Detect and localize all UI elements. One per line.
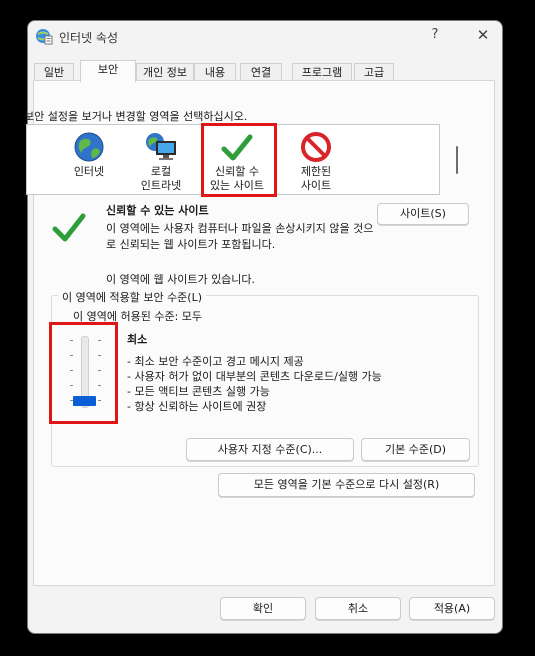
tab-programs[interactable]: 프로그램	[292, 63, 352, 81]
globe-icon	[74, 132, 104, 162]
security-level-group-label: 이 영역에 적용할 보안 수준(L)	[58, 289, 207, 305]
security-level-title: 최소	[127, 333, 148, 346]
tab-content[interactable]: 내용	[194, 63, 236, 81]
tab-privacy[interactable]: 개인 정보	[136, 63, 194, 81]
zone-site-note: 이 영역에 웹 사이트가 있습니다.	[106, 273, 256, 286]
zone-label: 제한된	[300, 165, 332, 178]
zone-restricted-sites[interactable]: 제한된 사이트	[280, 125, 352, 195]
internet-options-icon	[36, 29, 53, 45]
tab-general[interactable]: 일반	[34, 63, 74, 81]
help-button[interactable]: ?	[426, 27, 444, 42]
close-button[interactable]: ✕	[474, 26, 492, 44]
checkmark-icon	[52, 213, 86, 242]
ok-button[interactable]: 확인	[220, 597, 306, 620]
security-level-details: - 최소 보안 수준이고 경고 메시지 제공 - 사용자 허가 없이 대부분의 …	[127, 354, 382, 414]
zone-internet[interactable]: 인터넷	[53, 125, 125, 195]
select-zone-instruction: 보안 설정을 보거나 변경할 영역을 선택하십시오.	[24, 110, 248, 123]
zone-label: 사이트	[300, 179, 332, 192]
level-detail-line: - 사용자 허가 없이 대부분의 콘텐츠 다운로드/실행 가능	[127, 370, 382, 383]
restricted-icon	[301, 132, 331, 162]
reset-all-zones-button[interactable]: 모든 영역을 기본 수준으로 다시 설정(R)	[218, 473, 475, 497]
intranet-computer-icon	[146, 133, 176, 160]
tab-advanced[interactable]: 고급	[354, 63, 394, 81]
default-level-button[interactable]: 기본 수준(D)	[361, 438, 470, 461]
sites-button[interactable]: 사이트(S)	[377, 203, 469, 225]
tab-security[interactable]: 보안	[80, 60, 136, 82]
selected-zone-title: 신뢰할 수 있는 사이트	[106, 204, 209, 217]
trusted-sites-highlight	[201, 123, 277, 197]
zone-label: 로컬	[150, 165, 172, 178]
custom-level-button[interactable]: 사용자 지정 수준(C)...	[186, 438, 354, 461]
level-detail-line: - 최소 보안 수준이고 경고 메시지 제공	[127, 355, 304, 368]
cancel-button[interactable]: 취소	[315, 597, 401, 620]
level-detail-line: - 모든 액티브 콘텐츠 실행 가능	[127, 385, 270, 398]
zone-description: 이 영역에는 사용자 컴퓨터나 파일을 손상시키지 않을 것으로 신뢰되는 웹 …	[106, 222, 374, 251]
zone-label: 인터넷	[73, 165, 105, 178]
level-detail-line: - 항상 신뢰하는 사이트에 권장	[127, 400, 267, 413]
slider-highlight	[49, 322, 118, 424]
title-bar[interactable]: 인터넷 속성 ? ✕	[28, 21, 502, 51]
tab-connections[interactable]: 연결	[240, 63, 282, 81]
window-title: 인터넷 속성	[59, 31, 119, 45]
zone-list-scrollbar[interactable]	[456, 146, 458, 174]
apply-button[interactable]: 적용(A)	[409, 597, 495, 620]
tab-strip: 일반 보안 개인 정보 내용 연결 프로그램 고급	[28, 57, 502, 82]
zone-local-intranet[interactable]: 로컬 인트라넷	[125, 125, 197, 195]
zone-label: 인트라넷	[140, 179, 182, 192]
